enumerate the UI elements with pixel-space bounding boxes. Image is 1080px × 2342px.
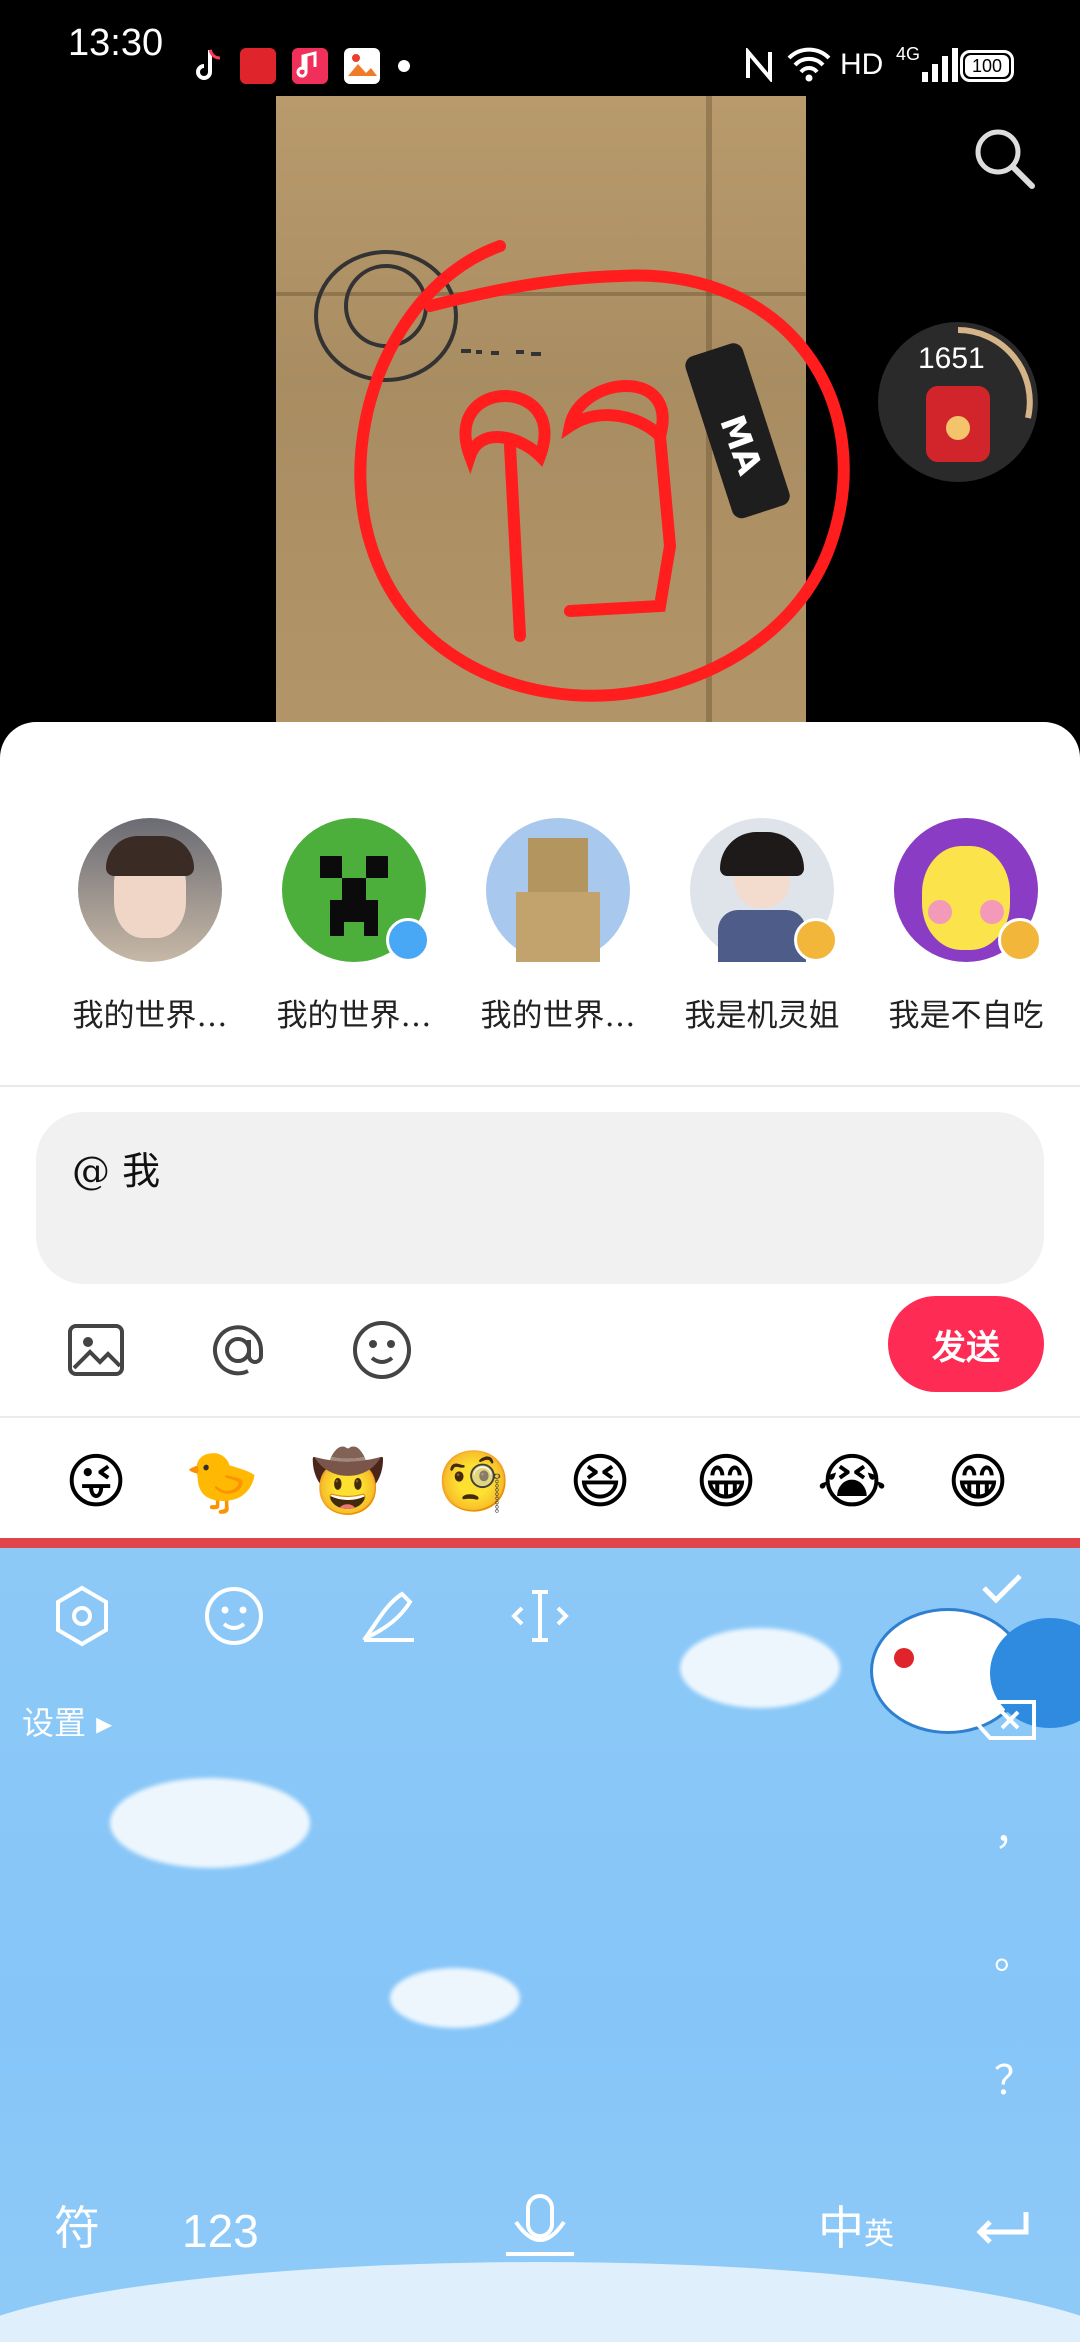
emoji-sticker[interactable]: 🧐 bbox=[434, 1442, 514, 1522]
contact-name: 我是不自吃 bbox=[888, 998, 1044, 1034]
keyboard: 设置 ▸ ， 。 ？ 符 123 中英 bbox=[0, 1548, 1080, 2342]
image-icon[interactable] bbox=[64, 1318, 128, 1382]
nfc-icon bbox=[744, 46, 774, 86]
comment-text: @ 我 bbox=[72, 1149, 161, 1193]
red-doodle-overlay bbox=[354, 240, 850, 702]
emoji-sticker[interactable]: 😁 bbox=[686, 1442, 766, 1522]
battery-icon: 100 bbox=[960, 50, 1014, 82]
emoji-icon[interactable] bbox=[350, 1318, 414, 1382]
period-key[interactable]: 。 bbox=[994, 1922, 1034, 1980]
contact-item[interactable]: 我的世界… bbox=[259, 818, 449, 1035]
video-player[interactable]: MA 1651 bbox=[0, 96, 1080, 736]
red-app-icon bbox=[240, 48, 276, 84]
emoji-sticker[interactable]: 🐤 bbox=[182, 1442, 262, 1522]
emoji-sticker[interactable]: 🤠 bbox=[308, 1442, 388, 1522]
handwriting-icon[interactable] bbox=[356, 1584, 420, 1648]
verified-badge bbox=[998, 918, 1042, 962]
at-icon[interactable] bbox=[206, 1318, 270, 1382]
wifi-icon bbox=[786, 46, 832, 86]
contact-item[interactable]: 我是机灵姐 bbox=[667, 818, 857, 1035]
keyboard-settings-link[interactable]: 设置 ▸ bbox=[22, 1698, 112, 1744]
avatar bbox=[690, 818, 838, 962]
notification-dot bbox=[398, 60, 410, 72]
avatar bbox=[78, 818, 222, 962]
keyboard-accent-line bbox=[0, 1538, 1080, 1548]
comma-key[interactable]: ， bbox=[994, 1798, 1034, 1856]
lang-main: 中 bbox=[818, 2202, 864, 2254]
signal-icon bbox=[916, 48, 960, 88]
emoji-sticker[interactable]: 😁 bbox=[938, 1442, 1018, 1522]
comment-input[interactable]: @ 我 bbox=[36, 1112, 1044, 1284]
search-icon[interactable] bbox=[970, 124, 1040, 194]
cloud-decoration bbox=[110, 1778, 310, 1868]
contact-name: 我的世界… bbox=[276, 998, 432, 1034]
cloud-decoration bbox=[390, 1968, 520, 2028]
cursor-move-icon[interactable] bbox=[508, 1584, 572, 1648]
avatar bbox=[486, 818, 630, 962]
emoji-sticker[interactable]: 😭 bbox=[812, 1442, 892, 1522]
red-packet-badge[interactable]: 1651 bbox=[878, 322, 1038, 482]
contact-item[interactable]: 我的世界… bbox=[463, 818, 653, 1035]
status-bar: 13:30 HD 4G 100 bbox=[0, 0, 1080, 96]
enter-icon[interactable] bbox=[972, 2208, 1032, 2256]
network-label: HD bbox=[840, 48, 884, 81]
question-key[interactable]: ？ bbox=[994, 2048, 1034, 2106]
contact-item[interactable]: 我是不自吃 bbox=[871, 818, 1061, 1035]
divider bbox=[0, 1085, 1080, 1087]
symbols-key[interactable]: 符 bbox=[54, 2192, 100, 2258]
coin-count: 1651 bbox=[918, 342, 985, 375]
battery-level: 100 bbox=[965, 55, 1009, 77]
send-button[interactable]: 发送 bbox=[888, 1296, 1044, 1392]
status-time: 13:30 bbox=[68, 22, 164, 64]
microphone-icon[interactable] bbox=[496, 2192, 584, 2266]
gallery-icon bbox=[344, 48, 380, 84]
numbers-key[interactable]: 123 bbox=[182, 2204, 259, 2258]
emoji-sticker[interactable]: 😆 bbox=[560, 1442, 640, 1522]
checkmark-icon[interactable] bbox=[980, 1570, 1024, 1610]
contact-name: 我的世界… bbox=[72, 998, 228, 1034]
emoji-sticker[interactable]: 😜 bbox=[56, 1442, 136, 1522]
contact-name: 我的世界… bbox=[480, 998, 636, 1034]
music-icon bbox=[292, 48, 328, 84]
tiktok-icon bbox=[190, 46, 226, 82]
red-packet-icon bbox=[926, 386, 990, 462]
divider bbox=[0, 1416, 1080, 1418]
share-sheet: 我的世界… 我的世界… 我的世界… 我是机灵姐 我是不自吃 @ 我 发送 😜 🐤… bbox=[0, 722, 1080, 2342]
verified-badge bbox=[386, 918, 430, 962]
settings-hexagon-icon[interactable] bbox=[50, 1584, 114, 1648]
avatar bbox=[282, 818, 430, 962]
backspace-icon[interactable] bbox=[970, 1698, 1040, 1742]
lang-sub: 英 bbox=[864, 2218, 894, 2251]
verified-badge bbox=[794, 918, 838, 962]
contact-item[interactable]: 我的世界… bbox=[55, 818, 245, 1035]
avatar bbox=[894, 818, 1042, 962]
emoji-icon[interactable] bbox=[202, 1584, 266, 1648]
language-toggle-key[interactable]: 中英 bbox=[818, 2192, 894, 2258]
cloud-ground-decoration bbox=[0, 2262, 1080, 2342]
contact-name: 我是机灵姐 bbox=[684, 998, 840, 1034]
cloud-decoration bbox=[680, 1628, 840, 1708]
